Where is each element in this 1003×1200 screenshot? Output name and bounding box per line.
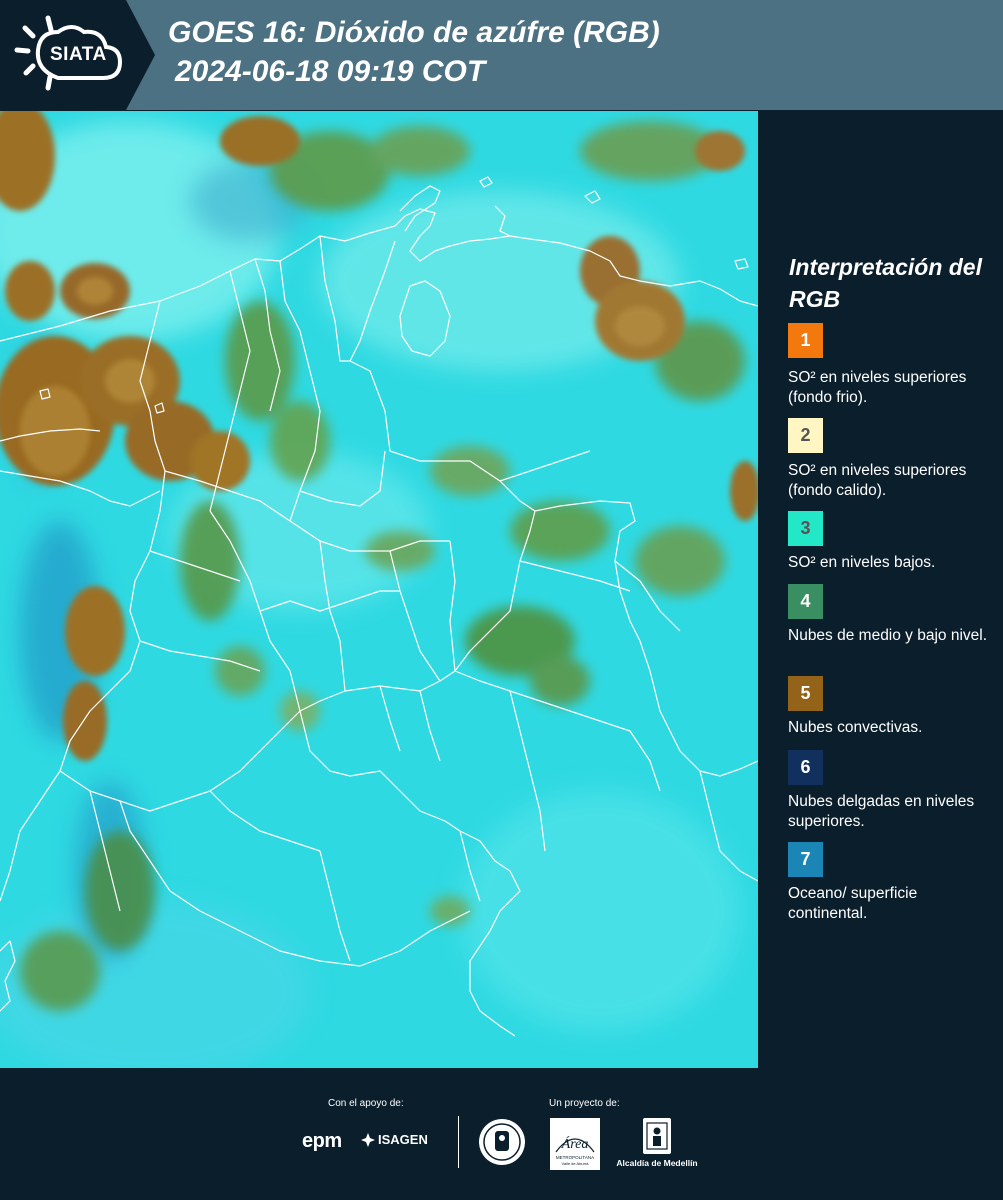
isagen-logo: ISAGEN [361,1132,428,1147]
legend-swatch-2: 2 [788,418,823,453]
legend-swatch-5: 5 [788,676,823,711]
siata-logo: SIATA [0,0,160,110]
legend-swatch-4: 4 [788,584,823,619]
isagen-logo-text: ISAGEN [378,1132,428,1147]
legend-panel: Interpretación del RGB 1 SO² en niveles … [760,111,1003,1068]
alcaldia-medellin-logo: Alcaldía de Medellín [612,1118,702,1168]
project-label: Un proyecto de: [549,1098,620,1109]
legend-desc-5: Nubes convectivas. [788,719,923,736]
area-logo-subtext: METROPOLITANA [556,1155,594,1160]
legend-number-2: 2 [800,425,811,445]
title-product: GOES 16: Dióxido de azúfre (RGB) [168,16,660,49]
support-label: Con el apoyo de: [328,1098,404,1109]
legend-swatch-1: 1 [788,323,823,358]
legend-number-5: 5 [800,683,811,703]
footer-divider [458,1116,459,1168]
siata-logo-text: SIATA [50,44,107,65]
legend-desc-4: Nubes de medio y bajo nivel. [788,627,988,644]
legend-title: Interpretación del RGB [789,254,982,312]
footer: Con el apoyo de: Un proyecto de: epm ISA… [0,1068,1003,1200]
legend-swatch-3: 3 [788,511,823,546]
legend-desc-7: Oceano/ superficie continental. [788,885,918,922]
legend-desc-2: SO² en niveles superiores (fondo calido)… [788,462,967,499]
legend-desc-6: Nubes delgadas en niveles superiores. [788,793,975,830]
title-timestamp: 2024-06-18 09:19 COT [175,55,486,88]
isagen-mark-icon [361,1132,375,1147]
legend-number-6: 6 [800,757,811,777]
area-logo-subtext-2: Valle de Aburrá [561,1161,589,1166]
legend-desc-3: SO² en niveles bajos. [788,554,936,571]
legend-desc-1: SO² en niveles superiores (fondo frio). [788,369,967,406]
legend-number-4: 4 [800,591,811,611]
legend-swatch-7: 7 [788,842,823,877]
alcaldia-name: Alcaldía de Medellín [616,1158,698,1168]
legend-number-1: 1 [800,330,811,350]
epm-logo: epm [302,1130,342,1152]
area-logo-text: Área [561,1135,589,1152]
area-metropolitana-logo: Área METROPOLITANA Valle de Aburrá [550,1118,600,1175]
header: SIATA GOES 16: Dióxido de azúfre (RGB) 2… [0,0,1003,110]
satellite-map [0,111,758,1068]
legend-number-7: 7 [800,849,811,869]
medellin-seal-logo [478,1118,526,1171]
legend-swatch-6: 6 [788,750,823,785]
legend-number-3: 3 [800,518,811,538]
